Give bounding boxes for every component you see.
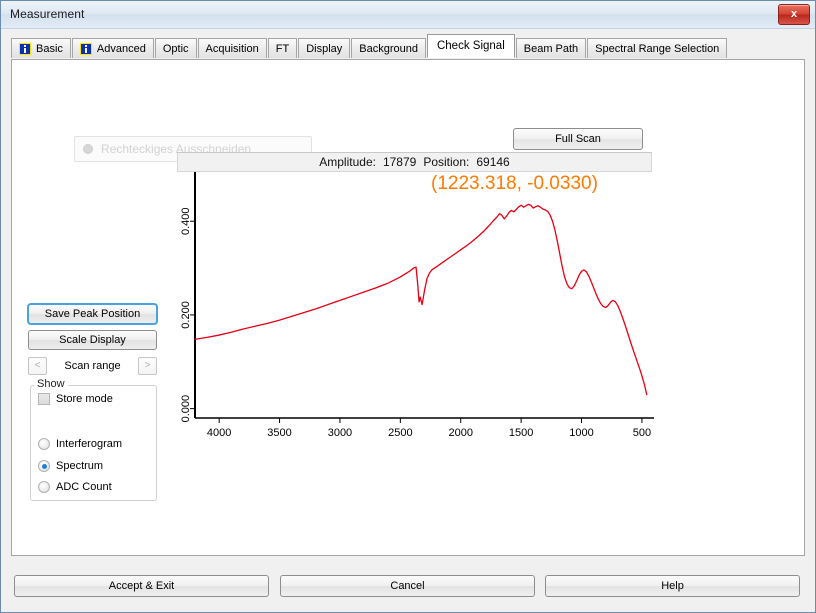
spectrum-svg: 4000 3500 3000 2500 2000 1500 1000 500 0.000 0.20… xyxy=(180,165,654,439)
tab-label: Basic xyxy=(36,42,63,55)
accept-and-exit-button[interactable]: Accept & Exit xyxy=(14,575,269,597)
x-tick-label: 4000 xyxy=(207,427,231,439)
tab-label: Beam Path xyxy=(523,42,579,55)
tab-panel-check-signal: Rechteckiges Ausschneiden Full Scan Ampl… xyxy=(11,59,805,556)
store-mode-checkbox[interactable] xyxy=(38,393,50,405)
x-tick-label: 2500 xyxy=(388,427,412,439)
window-title: Measurement xyxy=(10,7,85,21)
tab-basic[interactable]: Basic xyxy=(11,38,71,58)
save-peak-position-button[interactable]: Save Peak Position xyxy=(27,303,158,325)
scale-display-button[interactable]: Scale Display xyxy=(28,330,157,350)
tab-acquisition[interactable]: Acquisition xyxy=(197,38,267,58)
radio-spectrum-icon[interactable] xyxy=(38,460,50,472)
show-group-title: Show xyxy=(34,378,68,390)
scan-range-stepper: < Scan range > xyxy=(28,356,157,375)
tab-ft[interactable]: FT xyxy=(267,38,298,58)
y-tick-label: 0.400 xyxy=(180,207,192,235)
tab-label: Background xyxy=(359,42,418,55)
y-tick-label: 0.000 xyxy=(180,395,192,423)
amplitude-label: Amplitude: xyxy=(319,155,376,169)
radio-spectrum[interactable]: Spectrum xyxy=(38,460,103,472)
radio-interferogram-icon[interactable] xyxy=(38,438,50,450)
info-icon xyxy=(19,42,31,55)
spectrum-plot[interactable]: 4000 3500 3000 2500 2000 1500 1000 500 0.000 0.20… xyxy=(172,160,662,455)
cancel-button[interactable]: Cancel xyxy=(280,575,535,597)
y-tick-label: 0.200 xyxy=(180,301,192,329)
close-icon[interactable]: x xyxy=(778,4,810,25)
signal-readout: Amplitude: 17879 Position: 69146 xyxy=(177,152,652,172)
tab-label: Optic xyxy=(162,42,189,55)
info-icon xyxy=(79,42,92,55)
radio-adc-count-icon[interactable] xyxy=(38,481,50,493)
tab-display[interactable]: Display xyxy=(298,38,351,58)
x-tick-label: 2000 xyxy=(448,427,472,439)
tab-check-signal[interactable]: Check Signal xyxy=(426,34,515,58)
full-scan-button[interactable]: Full Scan xyxy=(513,128,643,150)
x-tick-label: 3500 xyxy=(267,427,291,439)
scan-range-prev-button[interactable]: < xyxy=(28,356,47,375)
store-mode-label: Store mode xyxy=(56,393,113,405)
tab-optic[interactable]: Optic xyxy=(154,38,197,58)
tab-background[interactable]: Background xyxy=(351,38,426,58)
tab-bar: Basic Advanced Optic Acquisition FT Display Ba… xyxy=(11,34,728,58)
position-value: 69146 xyxy=(476,155,510,169)
amplitude-value: 17879 xyxy=(382,155,417,169)
x-tick-label: 500 xyxy=(633,427,651,439)
radio-adc-count[interactable]: ADC Count xyxy=(38,481,112,493)
store-mode-checkbox-row[interactable]: Store mode xyxy=(38,393,113,405)
tab-label: Acquisition xyxy=(205,42,259,55)
x-tick-label: 1500 xyxy=(509,427,533,439)
title-bar: Measurement x xyxy=(1,1,815,29)
scan-range-label: Scan range xyxy=(64,359,121,372)
radio-adc-count-label: ADC Count xyxy=(56,481,112,493)
tab-spectral-range-selection[interactable]: Spectral Range Selection xyxy=(587,38,728,58)
tab-label: Spectral Range Selection xyxy=(595,42,720,55)
tab-label: Advanced xyxy=(96,42,146,55)
spectrum-trace xyxy=(194,203,648,396)
x-tick-label: 3000 xyxy=(328,427,352,439)
overlay-dot-icon xyxy=(83,144,93,154)
x-tick-label: 1000 xyxy=(569,427,593,439)
tab-beam-path[interactable]: Beam Path xyxy=(515,38,587,58)
tab-label: Display xyxy=(306,42,343,55)
help-button[interactable]: Help xyxy=(545,575,800,597)
radio-interferogram-label: Interferogram xyxy=(56,438,123,450)
position-label: Position: xyxy=(423,155,470,169)
tab-label: Check Signal xyxy=(436,40,505,52)
measurement-dialog: Measurement x Basic Advanced Optic Acquisit… xyxy=(0,0,816,613)
tab-label: FT xyxy=(275,42,290,55)
radio-spectrum-label: Spectrum xyxy=(56,460,104,472)
cursor-coordinate-annotation: (1223.318, -0.0330) xyxy=(431,173,598,194)
radio-interferogram[interactable]: Interferogram xyxy=(38,438,122,450)
scan-range-next-button[interactable]: > xyxy=(137,356,157,375)
tab-advanced[interactable]: Advanced xyxy=(71,38,154,58)
